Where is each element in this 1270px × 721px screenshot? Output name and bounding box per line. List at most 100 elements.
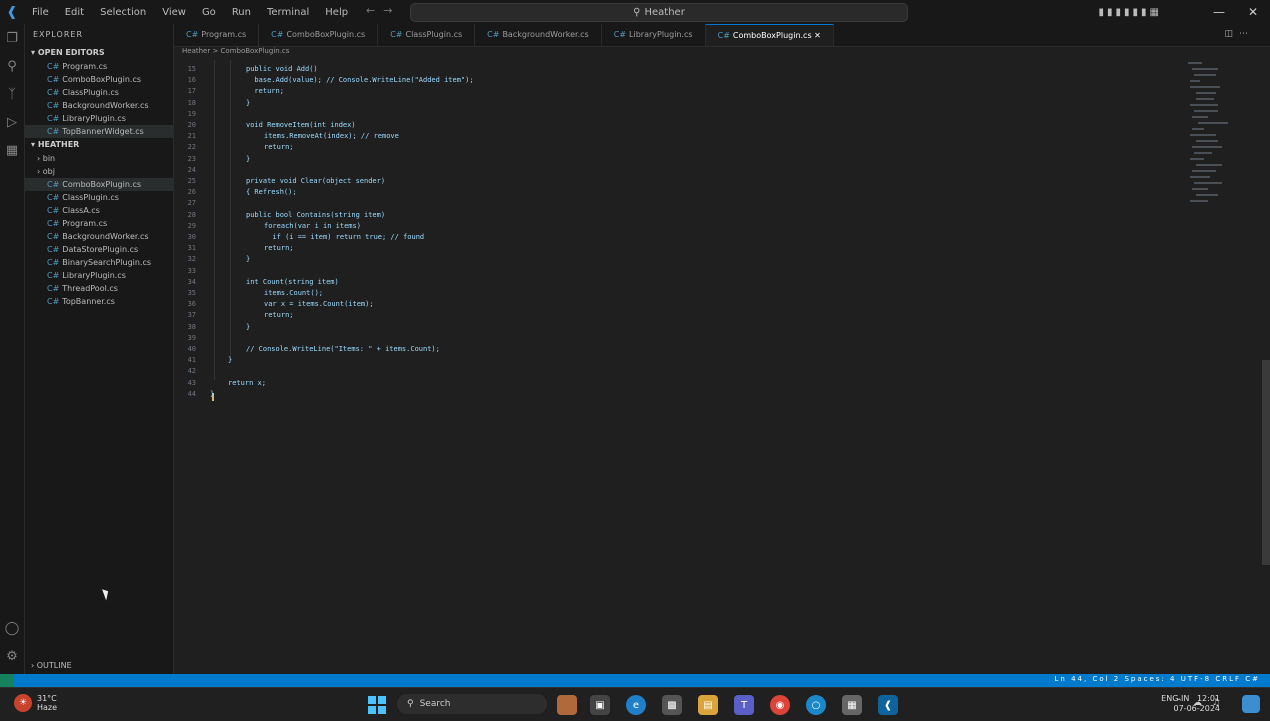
menu-edit[interactable]: Edit (57, 7, 92, 18)
open-editor-item[interactable]: C# Program.cs (25, 60, 173, 73)
minimap[interactable] (1186, 60, 1256, 672)
code-line[interactable]: 34 int Count(string item) (174, 277, 1174, 288)
code-line[interactable]: 23} (174, 154, 1174, 165)
project-section[interactable]: ▾ HEATHER (25, 138, 173, 152)
menu-selection[interactable]: Selection (92, 7, 154, 18)
code-line[interactable]: 22 return; (174, 142, 1174, 153)
code-editor[interactable]: 15 public void Add() 16 base.Add(value); /… (174, 60, 1186, 672)
open-editor-item[interactable]: C# ComboBoxPlugin.cs (25, 73, 173, 86)
folder-obj[interactable]: › obj (25, 165, 173, 178)
menu-file[interactable]: File (24, 7, 57, 18)
folder-bin[interactable]: › bin (25, 152, 173, 165)
code-line[interactable]: 41} (174, 355, 1174, 366)
widget-app-icon[interactable] (557, 695, 577, 715)
notification-icon[interactable] (1242, 695, 1260, 713)
tab-libraryplugin[interactable]: C# LibraryPlugin.cs (602, 24, 706, 46)
code-line[interactable]: 39 (174, 333, 1174, 344)
teams-icon[interactable]: T (734, 695, 754, 715)
code-line[interactable]: 29 foreach(var i in items) (174, 221, 1174, 232)
code-line[interactable]: 15 public void Add() (174, 64, 1174, 75)
editor-actions[interactable]: ◫⋯ (1224, 29, 1254, 39)
tab-program[interactable]: C# Program.cs (174, 24, 260, 46)
open-editor-item[interactable]: C# ClassPlugin.cs (25, 86, 173, 99)
code-line[interactable]: 17 return; (174, 86, 1174, 97)
code-line[interactable]: 27 (174, 198, 1174, 209)
code-line[interactable]: 35 items.Count(); (174, 288, 1174, 299)
file-item[interactable]: C# BackgroundWorker.cs (25, 230, 173, 243)
tab-classplugin[interactable]: C# ClassPlugin.cs (378, 24, 476, 46)
chrome-icon[interactable]: ◉ (770, 695, 790, 715)
code-line[interactable]: 36 var x = items.Count(item); (174, 299, 1174, 310)
file-explorer-icon[interactable]: ▤ (698, 695, 718, 715)
code-line[interactable]: 32} (174, 254, 1174, 265)
file-item[interactable]: C# TopBanner.cs (25, 295, 173, 308)
breadcrumb[interactable]: Heather > ComboBoxPlugin.cs (182, 47, 289, 55)
weather-widget[interactable]: ☀ 31°C Haze (14, 694, 57, 712)
run-debug-icon[interactable]: ▷ (0, 108, 24, 136)
open-editor-item[interactable]: C# LibraryPlugin.cs (25, 112, 173, 125)
code-line[interactable]: 21 items.RemoveAt(index); // remove (174, 131, 1174, 142)
command-center[interactable]: ⚲ Heather (410, 3, 908, 22)
code-line[interactable]: 33 (174, 266, 1174, 277)
search-view-icon[interactable]: ⚲ (0, 52, 24, 80)
nav-arrows[interactable]: ←→ (366, 4, 400, 17)
status-bar-right[interactable]: Ln 44, Col 2 Spaces: 4 UTF-8 CRLF C# (1055, 675, 1260, 683)
file-item[interactable]: C# BinarySearchPlugin.cs (25, 256, 173, 269)
app-icon[interactable]: ▦ (842, 695, 862, 715)
code-line[interactable]: 26 { Refresh(); (174, 187, 1174, 198)
code-line[interactable]: 18} (174, 98, 1174, 109)
taskbar-search[interactable]: ⚲ Search (397, 694, 547, 714)
taskbar-clock[interactable]: ENG IN 12:01 07-06-2024 (1161, 694, 1220, 714)
code-line[interactable]: 43 return x; (174, 378, 1174, 389)
code-line[interactable]: 25 private void Clear(object sender) (174, 176, 1174, 187)
file-item[interactable]: C# LibraryPlugin.cs (25, 269, 173, 282)
language-indicator[interactable]: ENG IN (1161, 694, 1189, 703)
code-line[interactable]: 38} (174, 322, 1174, 333)
file-item[interactable]: C# ClassA.cs (25, 204, 173, 217)
open-editor-item[interactable]: C# BackgroundWorker.cs (25, 99, 173, 112)
open-editors-section[interactable]: ▾ OPEN EDITORS (25, 46, 173, 60)
source-control-icon[interactable]: ᛉ (0, 80, 24, 108)
code-line[interactable]: 19 (174, 109, 1174, 120)
store-icon[interactable]: ▩ (662, 695, 682, 715)
code-line[interactable]: 24 (174, 165, 1174, 176)
file-item[interactable]: C# DataStorePlugin.cs (25, 243, 173, 256)
code-line[interactable]: 16 base.Add(value); // Console.WriteLine… (174, 75, 1174, 86)
account-icon[interactable]: ◯ (0, 614, 24, 642)
tab-backgroundworker[interactable]: C# BackgroundWorker.cs (475, 24, 602, 46)
gear-icon[interactable]: ⚙ (0, 642, 24, 670)
task-view-icon[interactable]: ▣ (590, 695, 610, 715)
explorer-icon[interactable]: ❐ (0, 24, 24, 52)
code-line[interactable]: 40 // Console.WriteLine("Items: " + items… (174, 344, 1174, 355)
back-arrow-icon[interactable]: ← (366, 4, 383, 17)
menu-help[interactable]: Help (317, 7, 356, 18)
forward-arrow-icon[interactable]: → (383, 4, 400, 17)
tab-active-comboboxplugin[interactable]: C# ComboBoxPlugin.cs ✕ (705, 24, 834, 46)
open-editor-item[interactable]: C# TopBannerWidget.cs (25, 125, 173, 138)
file-item[interactable]: C# Program.cs (25, 217, 173, 230)
edge-browser-icon[interactable]: e (626, 695, 646, 715)
menu-terminal[interactable]: Terminal (259, 7, 317, 18)
outline-section[interactable]: › OUTLINE (31, 661, 72, 670)
code-line[interactable]: 31 return; (174, 243, 1174, 254)
menu-view[interactable]: View (154, 7, 194, 18)
code-line[interactable]: 28 public bool Contains(string item) (174, 210, 1174, 221)
editor-scrollbar[interactable] (1262, 360, 1270, 565)
minimize-button[interactable]: — (1202, 5, 1236, 19)
close-button[interactable]: ✕ (1236, 5, 1270, 19)
code-line[interactable]: 37 return; (174, 310, 1174, 321)
more-actions-icon[interactable]: ⋯ (1239, 29, 1254, 39)
file-item[interactable]: C# ClassPlugin.cs (25, 191, 173, 204)
vscode-taskbar-icon[interactable]: ❰ (878, 695, 898, 715)
split-editor-icon[interactable]: ◫ (1224, 29, 1239, 39)
code-line[interactable]: 42 (174, 366, 1174, 377)
tab-comboboxplugin[interactable]: C# ComboBoxPlugin.cs (259, 24, 379, 46)
layout-toggle-icons[interactable]: ▮▮▮▮▮▮▦ (1099, 7, 1162, 18)
menu-go[interactable]: Go (194, 7, 224, 18)
windows-start-icon[interactable] (368, 696, 386, 714)
code-line[interactable]: 44} (174, 389, 1174, 400)
extensions-icon[interactable]: ▦ (0, 136, 24, 164)
code-line[interactable]: 30 if (i == item) return true; // found (174, 232, 1174, 243)
close-icon[interactable]: ✕ (814, 31, 821, 40)
file-item[interactable]: C# ThreadPool.cs (25, 282, 173, 295)
